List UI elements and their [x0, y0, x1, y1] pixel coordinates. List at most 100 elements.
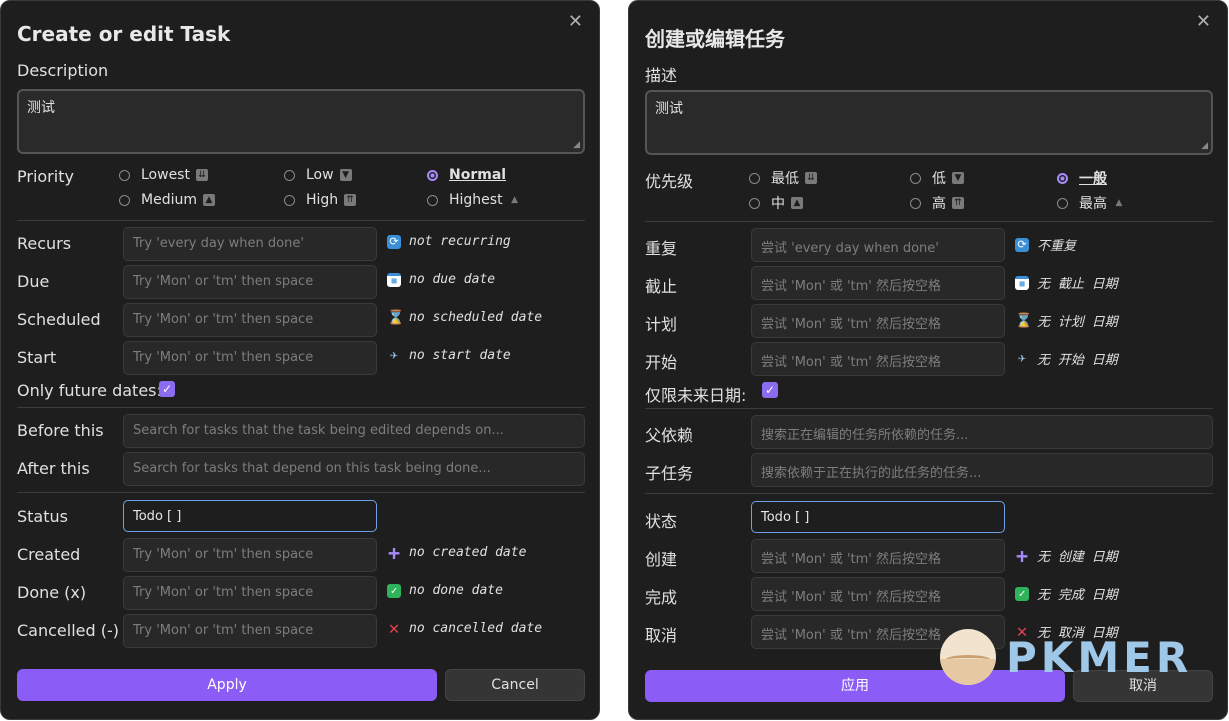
- airplane-departure-icon: ✈: [390, 347, 398, 363]
- calendar-icon: ▦: [1015, 275, 1029, 290]
- due-info: ▦ no due date: [387, 272, 495, 287]
- scheduled-info-text: no scheduled date: [409, 310, 543, 325]
- divider: [645, 493, 1213, 494]
- cancelled-input[interactable]: Try 'Mon' or 'tm' then space: [123, 614, 377, 648]
- due-info-text: 无 截止 日期: [1037, 277, 1118, 292]
- priority-label-text: Medium: [141, 192, 197, 208]
- recurs-input[interactable]: Try 'every day when done': [123, 227, 377, 261]
- created-info: + 无 创建 日期: [1015, 546, 1118, 566]
- start-label: Start: [17, 348, 57, 367]
- priority-normal[interactable]: Normal: [427, 167, 506, 183]
- resize-grip-icon[interactable]: ◢: [573, 140, 580, 150]
- priority-medium-icon: ▲: [202, 194, 215, 206]
- scheduled-input[interactable]: 尝试 'Mon' 或 'tm' 然后按空格: [751, 304, 1005, 338]
- recurs-label: Recurs: [17, 234, 72, 253]
- apply-button[interactable]: Apply: [17, 669, 437, 701]
- description-input[interactable]: 测试 ◢: [17, 89, 585, 154]
- close-icon[interactable]: ✕: [1196, 11, 1211, 32]
- description-value: 测试: [655, 101, 683, 117]
- due-label: 截止: [645, 277, 678, 296]
- start-input[interactable]: 尝试 'Mon' 或 'tm' 然后按空格: [751, 342, 1005, 376]
- priority-label-text: 最低: [771, 171, 799, 187]
- priority-lowest[interactable]: Lowest ⇊: [119, 167, 208, 183]
- radio-button[interactable]: [119, 194, 130, 206]
- airplane-departure-icon: ✈: [1018, 350, 1026, 366]
- priority-high[interactable]: 高 ⇈: [910, 193, 964, 213]
- before-search-input[interactable]: Search for tasks that the task being edi…: [123, 414, 585, 448]
- priority-label-text: Highest: [449, 192, 503, 208]
- done-input[interactable]: 尝试 'Mon' 或 'tm' 然后按空格: [751, 577, 1005, 611]
- pkmer-logo-icon: [940, 629, 996, 685]
- priority-label-text: 中: [771, 196, 785, 212]
- priority-low[interactable]: Low ▼: [284, 167, 352, 183]
- priority-label: 优先级: [645, 172, 694, 191]
- after-label: After this: [17, 459, 90, 478]
- created-input[interactable]: Try 'Mon' or 'tm' then space: [123, 538, 377, 572]
- recurs-info-text: 不重复: [1037, 239, 1077, 254]
- priority-label-text: 一般: [1079, 171, 1107, 187]
- done-info: ✓ 无 完成 日期: [1015, 584, 1118, 603]
- priority-lowest[interactable]: 最低 ⇊: [749, 168, 817, 188]
- watermark-text: PKMER: [1006, 632, 1193, 682]
- radio-button[interactable]: [749, 197, 760, 209]
- due-label: Due: [17, 272, 50, 291]
- due-input[interactable]: Try 'Mon' or 'tm' then space: [123, 265, 377, 299]
- priority-low-icon: ▼: [952, 172, 964, 184]
- modal-title: 创建或编辑任务: [645, 27, 785, 51]
- radio-button-selected[interactable]: [1057, 172, 1068, 184]
- priority-label-text: 高: [932, 196, 946, 212]
- only-future-checkbox[interactable]: ✓: [762, 382, 778, 398]
- priority-high[interactable]: High ⇈: [284, 192, 357, 208]
- check-icon: ✓: [1015, 586, 1029, 601]
- due-info: ▦ 无 截止 日期: [1015, 273, 1118, 292]
- after-search-input[interactable]: 搜索依赖于正在执行的此任务的任务...: [751, 453, 1213, 487]
- start-input[interactable]: Try 'Mon' or 'tm' then space: [123, 341, 377, 375]
- priority-medium-icon: ▲: [791, 197, 803, 209]
- before-search-input[interactable]: 搜索正在编辑的任务所依赖的任务...: [751, 415, 1213, 449]
- description-input[interactable]: 测试 ◢: [645, 90, 1213, 155]
- radio-button[interactable]: [910, 197, 921, 209]
- after-search-input[interactable]: Search for tasks that depend on this tas…: [123, 452, 585, 486]
- resize-grip-icon[interactable]: ◢: [1201, 141, 1208, 151]
- plus-icon: +: [387, 540, 401, 565]
- status-select[interactable]: Todo [ ]: [751, 501, 1005, 533]
- radio-button[interactable]: [284, 194, 295, 206]
- recurs-input[interactable]: 尝试 'every day when done': [751, 228, 1005, 262]
- radio-button[interactable]: [749, 172, 760, 184]
- only-future-checkbox[interactable]: ✓: [159, 381, 175, 397]
- radio-button[interactable]: [910, 172, 921, 184]
- done-label: 完成: [645, 588, 678, 607]
- cancel-button[interactable]: Cancel: [445, 669, 585, 701]
- created-label: Created: [17, 545, 81, 564]
- scheduled-label: 计划: [645, 315, 678, 334]
- radio-button-selected[interactable]: [427, 169, 438, 181]
- priority-low[interactable]: 低 ▼: [910, 168, 964, 188]
- done-input[interactable]: Try 'Mon' or 'tm' then space: [123, 576, 377, 610]
- priority-medium[interactable]: 中 ▲: [749, 193, 803, 213]
- created-label: 创建: [645, 550, 678, 569]
- priority-high-icon: ⇈: [344, 194, 357, 206]
- cross-icon: ✕: [388, 617, 400, 639]
- created-info: + no created date: [387, 540, 526, 565]
- close-icon[interactable]: ✕: [568, 11, 583, 32]
- radio-button[interactable]: [119, 169, 130, 181]
- due-input[interactable]: 尝试 'Mon' 或 'tm' 然后按空格: [751, 266, 1005, 300]
- only-future-label: 仅限未来日期:: [645, 386, 747, 405]
- recurs-info: ⟳ 不重复: [1015, 235, 1076, 254]
- priority-highest[interactable]: Highest ▲: [427, 192, 521, 208]
- priority-highest[interactable]: 最高 ▲: [1057, 193, 1125, 213]
- priority-normal[interactable]: 一般: [1057, 168, 1107, 188]
- task-modal-en: Create or edit Task ✕ Description 测试 ◢ P…: [0, 0, 600, 720]
- scheduled-input[interactable]: Try 'Mon' or 'tm' then space: [123, 303, 377, 337]
- radio-button[interactable]: [284, 169, 295, 181]
- status-select[interactable]: Todo [ ]: [123, 500, 377, 532]
- created-input[interactable]: 尝试 'Mon' 或 'tm' 然后按空格: [751, 539, 1005, 573]
- priority-medium[interactable]: Medium ▲: [119, 192, 215, 208]
- priority-label: Priority: [17, 167, 74, 186]
- radio-button[interactable]: [1057, 197, 1068, 209]
- done-info: ✓ no done date: [387, 583, 503, 598]
- radio-button[interactable]: [427, 194, 438, 206]
- priority-label-text: 最高: [1079, 196, 1107, 212]
- priority-label-text: 低: [932, 171, 946, 187]
- divider: [17, 407, 585, 408]
